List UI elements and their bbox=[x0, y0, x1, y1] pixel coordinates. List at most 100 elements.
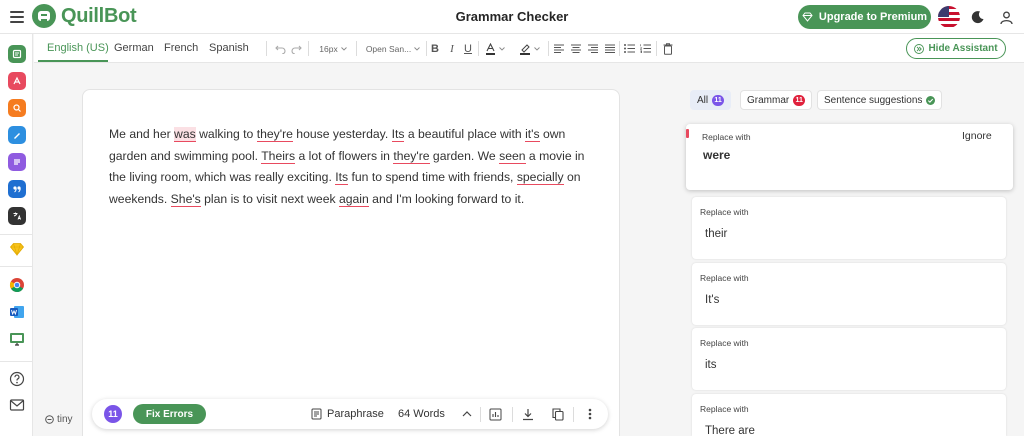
align-left-icon[interactable] bbox=[553, 41, 565, 56]
citation-generator-icon[interactable] bbox=[8, 180, 26, 198]
chevron-up-icon[interactable] bbox=[462, 406, 472, 422]
ai-detector-icon[interactable] bbox=[8, 126, 26, 144]
font-size-select[interactable]: 16px bbox=[314, 41, 352, 56]
flagged-word[interactable]: Theirs bbox=[261, 148, 296, 164]
more-options-icon[interactable] bbox=[588, 406, 592, 422]
summarizer-icon[interactable] bbox=[8, 153, 26, 171]
paraphrase-icon bbox=[311, 408, 322, 420]
dark-mode-icon[interactable] bbox=[968, 7, 988, 27]
bottom-bar-divider bbox=[573, 407, 574, 422]
flagged-word[interactable]: She's bbox=[170, 192, 201, 208]
text-segment: a beautiful place with bbox=[404, 127, 526, 141]
bullet-list-icon[interactable] bbox=[623, 41, 635, 56]
suggestion-card[interactable]: Replace with There are bbox=[692, 394, 1006, 436]
filter-all-label: All bbox=[697, 94, 709, 106]
italic-icon[interactable]: I bbox=[447, 41, 457, 56]
tab-english-us[interactable]: English (US) bbox=[47, 42, 109, 54]
download-icon[interactable] bbox=[522, 406, 534, 422]
menu-icon[interactable] bbox=[10, 11, 24, 23]
tab-french[interactable]: French bbox=[164, 42, 198, 54]
flagged-word[interactable]: seen bbox=[499, 148, 526, 164]
flagged-word[interactable]: it's bbox=[525, 127, 540, 142]
align-right-icon[interactable] bbox=[587, 41, 599, 56]
error-count-badge[interactable]: 11 bbox=[104, 405, 122, 423]
text-segment: Me and her bbox=[109, 127, 175, 141]
plagiarism-checker-icon[interactable] bbox=[8, 99, 26, 117]
grammar-checker-icon[interactable] bbox=[8, 72, 26, 90]
suggestion-card[interactable]: Replace with its bbox=[692, 328, 1006, 390]
mail-icon[interactable] bbox=[8, 396, 26, 414]
us-flag-icon[interactable] bbox=[938, 6, 960, 28]
flagged-word[interactable]: specially bbox=[516, 170, 564, 186]
text-segment: fun to spend time with friends, bbox=[348, 170, 517, 185]
suggestion-value[interactable]: There are bbox=[705, 425, 755, 436]
undo-icon[interactable] bbox=[274, 41, 286, 56]
font-size-value: 16px bbox=[319, 43, 338, 54]
ignore-button[interactable]: Ignore bbox=[962, 130, 992, 142]
text-editor[interactable]: Me and her was walking to they're house … bbox=[82, 89, 620, 436]
error-marker bbox=[686, 129, 689, 138]
align-center-icon[interactable] bbox=[570, 41, 582, 56]
word-count: 64 Words bbox=[398, 408, 445, 420]
filter-all[interactable]: All 11 bbox=[690, 90, 732, 110]
suggestion-label: Replace with bbox=[702, 132, 751, 142]
text-segment: and I'm looking forward to it. bbox=[368, 192, 525, 207]
hide-assistant-button[interactable]: Hide Assistant bbox=[906, 38, 1006, 59]
user-account-icon[interactable] bbox=[996, 7, 1016, 27]
tab-spanish[interactable]: Spanish bbox=[209, 42, 249, 54]
desktop-app-icon[interactable] bbox=[8, 330, 26, 348]
check-circle-icon bbox=[926, 95, 936, 105]
fix-errors-button[interactable]: Fix Errors bbox=[133, 404, 206, 424]
translator-icon[interactable] bbox=[8, 207, 26, 225]
active-language-indicator bbox=[38, 60, 108, 62]
paraphraser-icon[interactable] bbox=[8, 45, 26, 63]
word-addin-icon[interactable] bbox=[8, 303, 26, 321]
flagged-word[interactable]: again bbox=[338, 192, 369, 208]
quillbot-logo[interactable]: QuillBot bbox=[32, 4, 137, 28]
filter-all-count: 11 bbox=[712, 94, 725, 106]
delete-icon[interactable] bbox=[662, 41, 674, 56]
hide-assistant-label: Hide Assistant bbox=[928, 43, 998, 54]
text-segment: house yesterday. bbox=[292, 127, 392, 141]
upgrade-premium-label: Upgrade to Premium bbox=[818, 11, 928, 23]
text-color-icon[interactable] bbox=[483, 41, 507, 56]
suggestion-card[interactable]: Replace with It's bbox=[692, 263, 1006, 325]
premium-diamond-icon[interactable] bbox=[8, 240, 26, 258]
align-justify-icon[interactable] bbox=[604, 41, 616, 56]
suggestion-value[interactable]: were bbox=[703, 148, 730, 162]
tools-sidebar bbox=[0, 34, 33, 436]
suggestion-card[interactable]: Replace with Ignore were bbox=[686, 124, 1013, 190]
editor-bottom-bar: 11 Fix Errors Paraphrase 64 Words bbox=[92, 399, 608, 429]
suggestion-value[interactable]: its bbox=[705, 359, 717, 371]
toolbar-divider bbox=[619, 41, 620, 56]
chevron-down-icon bbox=[414, 46, 421, 51]
sidebar-divider bbox=[0, 234, 33, 235]
help-icon[interactable] bbox=[8, 370, 26, 388]
tiny-logo-icon bbox=[45, 415, 54, 424]
flagged-word[interactable]: they're bbox=[393, 148, 430, 164]
redo-icon[interactable] bbox=[290, 41, 302, 56]
underline-icon[interactable]: U bbox=[463, 41, 473, 56]
bold-icon[interactable]: B bbox=[430, 41, 440, 56]
filter-sentence-suggestions[interactable]: Sentence suggestions bbox=[817, 90, 943, 110]
font-family-select[interactable]: Open San... bbox=[362, 41, 424, 56]
flagged-word[interactable]: Its bbox=[335, 170, 349, 186]
flagged-word[interactable]: they're bbox=[256, 127, 293, 142]
paraphrase-button[interactable]: Paraphrase bbox=[311, 406, 384, 422]
editor-text[interactable]: Me and her was walking to they're house … bbox=[109, 124, 599, 211]
copy-icon[interactable] bbox=[552, 406, 564, 422]
highlight-color-icon[interactable] bbox=[516, 41, 542, 56]
numbered-list-icon[interactable] bbox=[639, 41, 651, 56]
statistics-icon[interactable] bbox=[489, 406, 502, 422]
upgrade-premium-button[interactable]: Upgrade to Premium bbox=[798, 5, 931, 29]
suggestion-value[interactable]: It's bbox=[705, 294, 719, 306]
tab-german[interactable]: German bbox=[114, 42, 154, 54]
chrome-extension-icon[interactable] bbox=[8, 276, 26, 294]
flagged-word[interactable]: Its bbox=[391, 127, 405, 142]
quillbot-logo-icon bbox=[32, 4, 56, 28]
flagged-word[interactable]: was bbox=[174, 127, 196, 142]
suggestion-card[interactable]: Replace with their bbox=[692, 197, 1006, 259]
suggestion-value[interactable]: their bbox=[705, 228, 727, 240]
filter-grammar[interactable]: Grammar 11 bbox=[740, 90, 813, 110]
top-bar: QuillBot Grammar Checker Upgrade to Prem… bbox=[0, 0, 1024, 34]
